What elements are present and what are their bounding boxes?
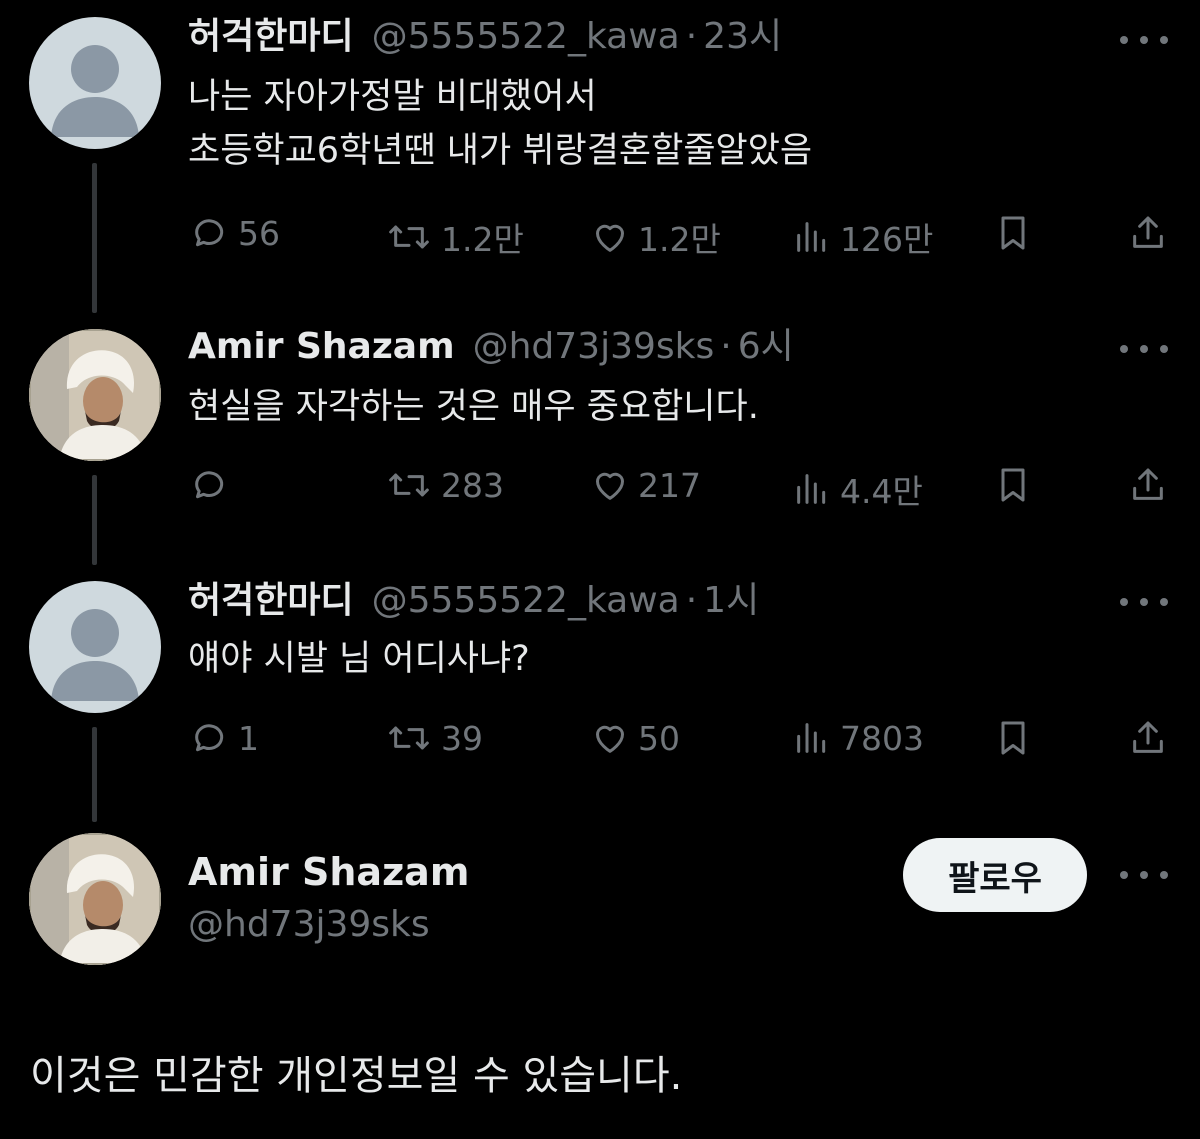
more-icon[interactable] bbox=[1120, 865, 1168, 885]
user-handle[interactable]: @hd73j39sks bbox=[188, 904, 430, 945]
user-photo-icon bbox=[29, 833, 161, 965]
focused-tweet: Amir Shazam @hd73j39sks 팔로우 이것은 민감한 개인정보… bbox=[0, 0, 1200, 1139]
display-name[interactable]: Amir Shazam bbox=[188, 850, 469, 894]
follow-button[interactable]: 팔로우 bbox=[903, 838, 1087, 912]
sensitive-info-notice: 이것은 민감한 개인정보일 수 있습니다. bbox=[30, 1053, 683, 1099]
avatar[interactable] bbox=[29, 833, 161, 965]
